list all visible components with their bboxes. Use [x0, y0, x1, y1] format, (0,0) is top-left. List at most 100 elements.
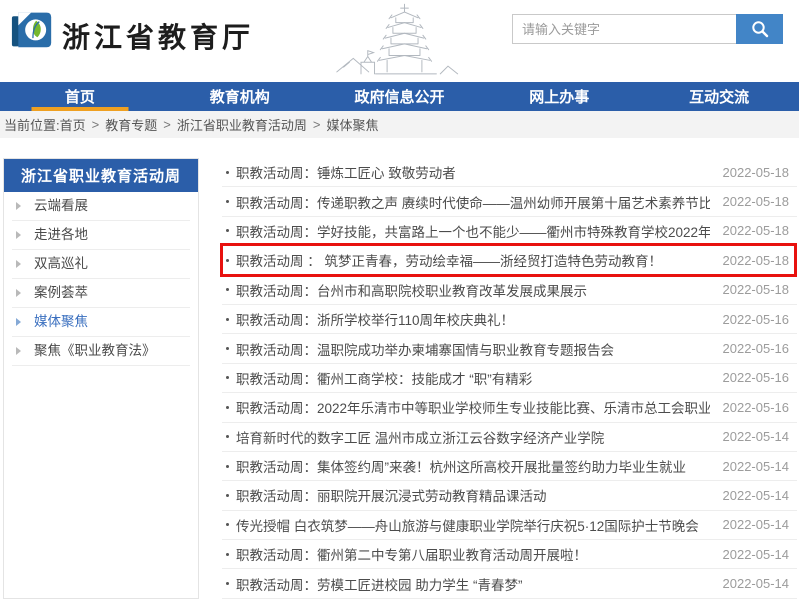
news-row[interactable]: 职教活动周：衢州工商学校：技能成才 “职”有精彩 2022-05-16 — [222, 364, 797, 393]
news-row[interactable]: 培育新时代的数字工匠 温州市成立浙江云谷数字经济产业学院 2022-05-14 — [222, 423, 797, 452]
bullet-icon — [226, 376, 229, 379]
chevron-right-icon — [16, 289, 21, 297]
news-row-date: 2022-05-14 — [723, 429, 798, 444]
breadcrumb-link[interactable]: 首页 — [60, 115, 86, 134]
news-row-title: 传光授帽 白衣筑梦——舟山旅游与健康职业学院举行庆祝5·12国际护士节晚会 — [222, 515, 699, 535]
news-title-text: 职教活动周：锤炼工匠心 致敬劳动者 — [236, 162, 456, 182]
nav-tab-2[interactable]: 教育机构 — [160, 82, 320, 111]
main-nav: 首页 教育机构 政府信息公开 网上办事互动交流 — [0, 82, 799, 111]
sidebar-item-label: 走进各地 — [34, 227, 88, 242]
news-row[interactable]: 职教活动周：集体签约周”来袭！杭州这所高校开展批量签约助力毕业生就业 2022-0… — [222, 452, 797, 481]
sidebar-item-label: 双高巡礼 — [34, 256, 88, 271]
nav-tab-label: 政府信息公开 — [354, 86, 444, 107]
news-title-text: 职教活动周：衢州工商学校：技能成才 “职”有精彩 — [236, 368, 532, 388]
news-title-text: 职教活动周：劳模工匠进校园 助力学生 “青春梦” — [236, 574, 523, 594]
sidebar-item[interactable]: 双高巡礼 — [12, 250, 190, 279]
news-row[interactable]: 职教活动周：温职院成功举办柬埔寨国情与职业教育专题报告会2022-05-16 — [222, 334, 797, 363]
news-row-date: 2022-05-14 — [723, 547, 798, 562]
news-row[interactable]: 职教活动周：丽职院开展沉浸式劳动教育精品课活动2022-05-14 — [222, 481, 797, 510]
nav-tab-5[interactable]: 互动交流 — [639, 82, 799, 111]
bullet-icon — [226, 553, 229, 556]
chevron-right-icon — [16, 202, 21, 210]
news-row-title: 职教活动周：锤炼工匠心 致敬劳动者 — [222, 162, 456, 182]
news-row[interactable]: 职教活动周：锤炼工匠心 致敬劳动者 2022-05-18 — [222, 158, 797, 187]
bullet-icon — [226, 494, 229, 497]
news-title-text: 职教活动周：传递职教之声 赓续时代使命——温州幼师开展第十届艺术素养节比赛暨职业… — [236, 192, 710, 212]
bullet-icon — [226, 318, 229, 321]
sidebar-item-label: 聚焦《职业教育法》 — [34, 343, 156, 358]
news-row-title: 职教活动周：劳模工匠进校园 助力学生 “青春梦” — [222, 574, 523, 594]
nav-tab-label: 首页 — [65, 86, 95, 107]
bullet-icon — [226, 523, 229, 526]
news-row-title: 职教活动周：2022年乐清市中等职业学校师生专业技能比赛、乐清市总工会职业技术学… — [222, 397, 710, 417]
news-row-date: 2022-05-16 — [723, 370, 798, 385]
nav-tab-1[interactable]: 首页 — [0, 82, 160, 111]
search-input[interactable] — [512, 14, 736, 44]
site-header: 浙江省教育厅 — [0, 0, 799, 82]
news-row[interactable]: 职教活动周 ： 筑梦正青春，劳动绘幸福——浙经贸打造特色劳动教育！ 2022-05… — [222, 246, 797, 275]
news-row-title: 职教活动周：传递职教之声 赓续时代使命——温州幼师开展第十届艺术素养节比赛暨职业… — [222, 192, 710, 212]
news-row-date: 2022-05-14 — [723, 576, 798, 591]
news-title-text: 职教活动周：温职院成功举办柬埔寨国情与职业教育专题报告会 — [236, 339, 614, 359]
news-row-date: 2022-05-18 — [723, 194, 798, 209]
breadcrumb-link[interactable]: 媒体聚焦 — [326, 115, 378, 134]
news-title-text: 职教活动周：集体签约周”来袭！杭州这所高校开展批量签约助力毕业生就业 — [236, 456, 686, 476]
news-row-title: 培育新时代的数字工匠 温州市成立浙江云谷数字经济产业学院 — [222, 427, 604, 447]
news-row-title: 职教活动周：集体签约周”来袭！杭州这所高校开展批量签约助力毕业生就业 — [222, 456, 686, 476]
news-row-date: 2022-05-18 — [723, 165, 798, 180]
news-list: 职教活动周：锤炼工匠心 致敬劳动者 2022-05-18 职教活动周：传递职教之声 … — [222, 158, 797, 599]
sidebar: 浙江省职业教育活动周 云端看展走进各地双高巡礼案例荟萃媒体聚焦聚焦《职业教育法》 — [3, 158, 199, 599]
nav-tab-4[interactable]: 网上办事 — [479, 82, 639, 111]
bullet-icon — [226, 229, 229, 232]
breadcrumb-link[interactable]: 浙江省职业教育活动周 — [177, 115, 307, 134]
chevron-right-icon — [16, 318, 21, 326]
pagoda-sketch — [332, 2, 477, 80]
news-row-date: 2022-05-16 — [723, 312, 798, 327]
news-title-text: 传光授帽 白衣筑梦——舟山旅游与健康职业学院举行庆祝5·12国际护士节晚会 — [236, 515, 699, 535]
news-row-date: 2022-05-18 — [723, 253, 798, 268]
news-row[interactable]: 职教活动周：劳模工匠进校园 助力学生 “青春梦” 2022-05-14 — [222, 569, 797, 598]
news-title-text: 职教活动周：2022年乐清市中等职业学校师生专业技能比赛、乐清市总工会职业技术学… — [236, 397, 710, 417]
news-title-text: 职教活动周：浙所学校举行110周年校庆典礼！ — [236, 309, 514, 329]
news-title-text: 职教活动周：学好技能，共富路上一个也不能少——衢州市特殊教育学校2022年职业教… — [236, 221, 710, 241]
news-row-date: 2022-05-18 — [723, 282, 798, 297]
chevron-right-icon — [16, 231, 21, 239]
book-leaf-logo-icon[interactable] — [10, 8, 54, 50]
news-title-text: 职教活动周：衢州第二中专第八届职业教育活动周开展啦！ — [236, 544, 587, 564]
sidebar-title: 浙江省职业教育活动周 — [4, 159, 198, 192]
news-row-title: 职教活动周 ： 筑梦正青春，劳动绘幸福——浙经贸打造特色劳动教育！ — [222, 250, 662, 270]
news-row[interactable]: 传光授帽 白衣筑梦——舟山旅游与健康职业学院举行庆祝5·12国际护士节晚会202… — [222, 511, 797, 540]
news-row[interactable]: 职教活动周：传递职教之声 赓续时代使命——温州幼师开展第十届艺术素养节比赛暨职业… — [222, 187, 797, 216]
sidebar-items: 云端看展走进各地双高巡礼案例荟萃媒体聚焦聚焦《职业教育法》 — [4, 192, 198, 366]
bullet-icon — [226, 259, 229, 262]
sidebar-item-label: 媒体聚焦 — [34, 314, 88, 329]
news-row[interactable]: 职教活动周：浙所学校举行110周年校庆典礼！ 2022-05-16 — [222, 305, 797, 334]
breadcrumb: 当前位置:首页>教育专题>浙江省职业教育活动周>媒体聚焦 — [0, 111, 799, 138]
news-row-date: 2022-05-14 — [723, 488, 798, 503]
nav-tab-3[interactable]: 政府信息公开 — [320, 82, 480, 111]
news-row[interactable]: 职教活动周：2022年乐清市中等职业学校师生专业技能比赛、乐清市总工会职业技术学… — [222, 393, 797, 422]
breadcrumb-link[interactable]: 教育专题 — [105, 115, 157, 134]
bullet-icon — [226, 435, 229, 438]
bullet-icon — [226, 200, 229, 203]
sidebar-item[interactable]: 案例荟萃 — [12, 279, 190, 308]
breadcrumb-prefix: 当前位置: — [4, 115, 60, 134]
news-row-title: 职教活动周：浙所学校举行110周年校庆典礼！ — [222, 309, 514, 329]
bullet-icon — [226, 171, 229, 174]
sidebar-item[interactable]: 聚焦《职业教育法》 — [12, 337, 190, 366]
news-row[interactable]: 职教活动周：衢州第二中专第八届职业教育活动周开展啦！ 2022-05-14 — [222, 540, 797, 569]
news-row-title: 职教活动周：温职院成功举办柬埔寨国情与职业教育专题报告会 — [222, 339, 614, 359]
sidebar-item[interactable]: 云端看展 — [12, 192, 190, 221]
sidebar-item[interactable]: 走进各地 — [12, 221, 190, 250]
chevron-right-icon — [16, 347, 21, 355]
news-row-title: 职教活动周：学好技能，共富路上一个也不能少——衢州市特殊教育学校2022年职业教… — [222, 221, 710, 241]
bullet-icon — [226, 288, 229, 291]
news-row-date: 2022-05-14 — [723, 459, 798, 474]
search-button[interactable] — [736, 14, 783, 44]
news-row-date: 2022-05-18 — [723, 223, 798, 238]
news-row[interactable]: 职教活动周：台州市和高职院校职业教育改革发展成果展示 2022-05-18 — [222, 276, 797, 305]
news-row[interactable]: 职教活动周：学好技能，共富路上一个也不能少——衢州市特殊教育学校2022年职业教… — [222, 217, 797, 246]
sidebar-item[interactable]: 媒体聚焦 — [12, 308, 190, 337]
news-title-text: 职教活动周：台州市和高职院校职业教育改革发展成果展示 — [236, 280, 587, 300]
search-icon — [750, 19, 770, 39]
